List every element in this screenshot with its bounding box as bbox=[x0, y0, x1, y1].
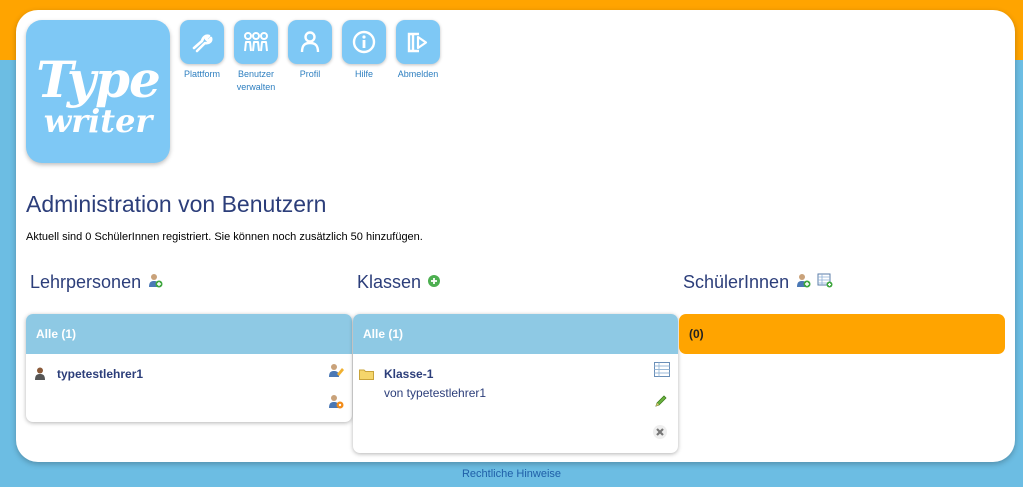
registration-info: Aktuell sind 0 SchülerInnen registriert.… bbox=[26, 231, 423, 243]
nav-label: Hilfe bbox=[354, 69, 373, 79]
list-item[interactable]: typetestlehrer1 bbox=[57, 367, 143, 381]
nav-benutzer-verwalten[interactable]: Benutzer verwalten bbox=[226, 20, 286, 94]
nav-label: Plattform bbox=[183, 69, 220, 79]
teacher-settings-icon[interactable] bbox=[328, 393, 344, 414]
class-list-icon[interactable] bbox=[654, 362, 670, 382]
footer: Rechtliche Hinweise bbox=[0, 468, 1023, 480]
import-students-icon[interactable] bbox=[817, 272, 833, 293]
add-class-icon[interactable] bbox=[427, 272, 441, 293]
info-icon[interactable] bbox=[342, 20, 386, 64]
class-owner: von typetestlehrer1 bbox=[384, 386, 487, 400]
students-filter-bar[interactable]: (0) bbox=[679, 314, 1005, 354]
logo-line2: writer bbox=[43, 102, 153, 140]
logout-icon[interactable] bbox=[396, 20, 440, 64]
teachers-heading: Lehrpersonen bbox=[30, 272, 163, 293]
edit-class-icon[interactable] bbox=[654, 394, 668, 413]
teachers-heading-label: Lehrpersonen bbox=[30, 272, 142, 292]
teacher-icon bbox=[33, 366, 47, 385]
typewriter-logo[interactable]: Type writer bbox=[26, 20, 170, 163]
classes-heading-label: Klassen bbox=[357, 272, 422, 292]
logo-line1: Type bbox=[36, 50, 161, 109]
classes-panel: Alle (1) Klasse-1 von typetestlehrer1 bbox=[353, 314, 678, 453]
classes-heading: Klassen bbox=[357, 272, 441, 293]
nav-label: Benutzer verwalten bbox=[236, 69, 276, 92]
person-icon[interactable] bbox=[288, 20, 332, 64]
nav-profil[interactable]: Profil bbox=[280, 20, 340, 81]
nav-label: Abmelden bbox=[397, 69, 439, 79]
legal-notice-link[interactable]: Rechtliche Hinweise bbox=[462, 468, 561, 480]
add-teacher-icon[interactable] bbox=[147, 272, 163, 293]
add-student-icon[interactable] bbox=[795, 272, 811, 293]
nav-plattform[interactable]: Plattform bbox=[172, 20, 232, 81]
teachers-filter-bar[interactable]: Alle (1) bbox=[26, 314, 352, 354]
teachers-panel: Alle (1) typetestlehrer1 bbox=[26, 314, 352, 422]
students-heading: SchülerInnen bbox=[683, 272, 833, 293]
students-panel: (0) bbox=[679, 314, 1005, 354]
nav-abmelden[interactable]: Abmelden bbox=[388, 20, 448, 81]
nav-hilfe[interactable]: Hilfe bbox=[334, 20, 394, 81]
nav-label: Profil bbox=[299, 69, 321, 79]
classes-filter-bar[interactable]: Alle (1) bbox=[353, 314, 678, 354]
edit-teacher-icon[interactable] bbox=[328, 362, 344, 383]
users-icon[interactable] bbox=[234, 20, 278, 64]
list-item[interactable]: Klasse-1 bbox=[384, 367, 433, 381]
folder-icon bbox=[359, 367, 374, 385]
wrench-icon[interactable] bbox=[180, 20, 224, 64]
delete-class-icon[interactable] bbox=[652, 424, 668, 445]
page-title: Administration von Benutzern bbox=[26, 191, 327, 217]
students-heading-label: SchülerInnen bbox=[683, 272, 790, 292]
